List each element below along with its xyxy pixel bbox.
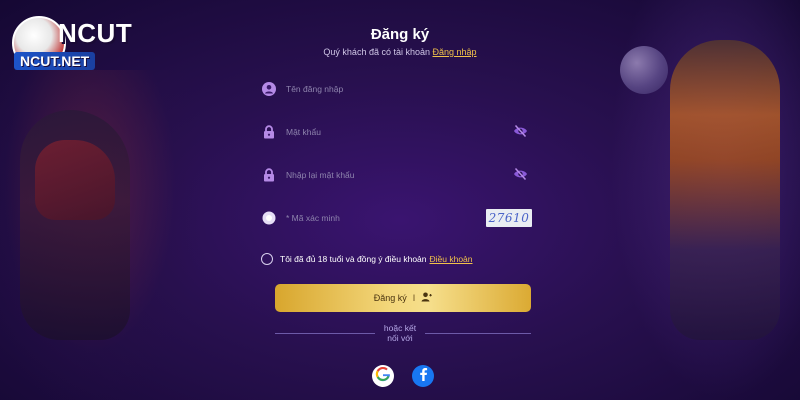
captcha-field: 27610	[256, 205, 534, 231]
alt-login-text-line1: hoặc kết	[383, 323, 417, 333]
facebook-icon	[417, 367, 429, 386]
google-icon	[375, 366, 391, 387]
username-field	[256, 76, 534, 102]
login-prompt-text: Quý khách đã có tài khoản	[323, 47, 430, 57]
divider-line-right	[425, 333, 531, 334]
alt-login-divider: hoặc kết nối với	[370, 323, 430, 343]
password-field	[256, 119, 534, 145]
login-prompt: Quý khách đã có tài khoản Đăng nhập	[0, 47, 800, 57]
page-title: Đăng ký	[370, 26, 430, 43]
user-add-icon	[421, 292, 433, 304]
background-player-left	[0, 70, 200, 400]
user-icon	[261, 81, 277, 97]
captcha-input[interactable]	[286, 213, 466, 223]
alt-login-text-line2: nối với	[387, 333, 413, 343]
username-input[interactable]	[286, 84, 466, 94]
register-button[interactable]: Đăng ký I	[275, 284, 531, 312]
captcha-image[interactable]: 27610	[486, 209, 532, 227]
eye-slash-icon[interactable]	[513, 167, 528, 186]
divider-line-left	[275, 333, 375, 334]
confirm-password-field	[256, 162, 534, 188]
register-button-label: Đăng ký	[373, 293, 407, 303]
terms-agreement: Tôi đã đủ 18 tuổi và đồng ý điều khoản Đ…	[261, 253, 473, 265]
login-link[interactable]: Đăng nhập	[433, 47, 477, 57]
confirm-password-input[interactable]	[286, 170, 466, 180]
terms-text: Tôi đã đủ 18 tuổi và đồng ý điều khoản	[280, 254, 427, 264]
facebook-login-button[interactable]	[412, 365, 434, 387]
eye-slash-icon[interactable]	[513, 124, 528, 143]
lock-icon	[261, 167, 277, 183]
lock-icon	[261, 124, 277, 140]
terms-link[interactable]: Điều khoản	[430, 254, 473, 264]
google-login-button[interactable]	[372, 365, 394, 387]
terms-checkbox[interactable]	[261, 253, 273, 265]
register-button-separator: I	[412, 293, 416, 303]
password-input[interactable]	[286, 127, 466, 137]
shield-check-icon	[261, 210, 277, 226]
